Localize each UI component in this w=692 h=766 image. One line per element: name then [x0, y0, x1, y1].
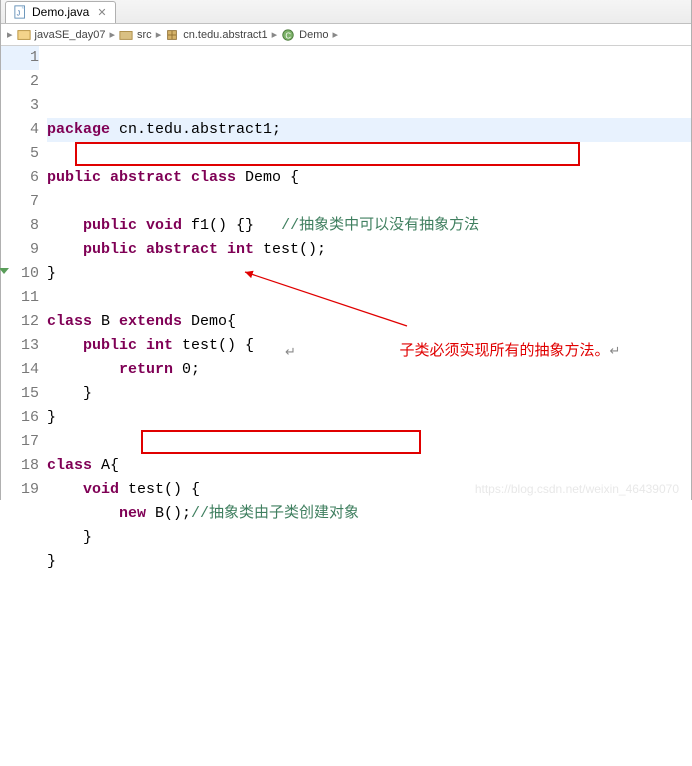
- chevron-right-icon: ▸: [272, 28, 278, 41]
- breadcrumb-project[interactable]: javaSE_day07: [35, 29, 106, 41]
- code-line[interactable]: }: [47, 526, 691, 550]
- code-line[interactable]: [47, 142, 691, 166]
- breadcrumb: ▸ javaSE_day07 ▸ src ▸ cn.tedu.abstract1…: [1, 24, 691, 46]
- return-mark: ↵: [285, 340, 296, 364]
- line-number: 6: [1, 166, 39, 190]
- line-number: 10: [1, 262, 39, 286]
- code-line[interactable]: [47, 190, 691, 214]
- line-number: 12: [1, 310, 39, 334]
- line-number: 14: [1, 358, 39, 382]
- code-line[interactable]: package cn.tedu.abstract1;: [47, 118, 691, 142]
- breadcrumb-package[interactable]: cn.tedu.abstract1: [183, 29, 267, 41]
- code-line[interactable]: public void f1() {} //抽象类中可以没有抽象方法: [47, 214, 691, 238]
- line-number: 8: [1, 214, 39, 238]
- class-icon: C: [281, 28, 295, 42]
- close-icon[interactable]: ✕: [97, 6, 106, 19]
- line-gutter: 12345678910111213141516171819: [1, 46, 47, 500]
- line-number: 1: [1, 46, 39, 70]
- line-number: 2: [1, 70, 39, 94]
- chevron-right-icon: ▸: [7, 28, 13, 41]
- chevron-right-icon: ▸: [156, 28, 162, 41]
- code-line[interactable]: }: [47, 550, 691, 574]
- code-line[interactable]: public abstract int test();: [47, 238, 691, 262]
- line-number: 15: [1, 382, 39, 406]
- line-number: 16: [1, 406, 39, 430]
- editor-area[interactable]: 12345678910111213141516171819 package cn…: [1, 46, 691, 500]
- svg-text:C: C: [286, 31, 292, 40]
- code-line[interactable]: class A{: [47, 454, 691, 478]
- code-content[interactable]: package cn.tedu.abstract1; public abstra…: [47, 46, 691, 500]
- line-number: 4: [1, 118, 39, 142]
- code-line[interactable]: new B();//抽象类由子类创建对象: [47, 502, 691, 526]
- line-number: 18: [1, 454, 39, 478]
- line-number: 7: [1, 190, 39, 214]
- line-number: 5: [1, 142, 39, 166]
- annotation-subclass: 子类必须实现所有的抽象方法。↵: [377, 315, 620, 387]
- file-tab[interactable]: J Demo.java ✕: [5, 1, 116, 23]
- code-line[interactable]: public abstract class Demo {: [47, 166, 691, 190]
- code-line[interactable]: }: [47, 262, 691, 286]
- code-line[interactable]: [47, 430, 691, 454]
- package-icon: [165, 28, 179, 42]
- java-file-icon: J: [14, 5, 28, 19]
- line-number: 17: [1, 430, 39, 454]
- breadcrumb-src[interactable]: src: [137, 29, 152, 41]
- watermark-text: https://blog.csdn.net/weixin_46439070: [475, 482, 679, 496]
- folder-icon: [119, 28, 133, 42]
- line-number: 11: [1, 286, 39, 310]
- tab-label: Demo.java: [32, 5, 89, 19]
- project-icon: [17, 28, 31, 42]
- chevron-right-icon: ▸: [109, 28, 115, 41]
- line-number: 19: [1, 478, 39, 502]
- line-number: 3: [1, 94, 39, 118]
- line-number: 9: [1, 238, 39, 262]
- chevron-right-icon: ▸: [332, 28, 338, 41]
- svg-text:J: J: [17, 11, 21, 18]
- line-number: 13: [1, 334, 39, 358]
- breadcrumb-class[interactable]: Demo: [299, 29, 328, 41]
- tab-bar: J Demo.java ✕: [1, 0, 691, 24]
- code-line[interactable]: }: [47, 406, 691, 430]
- code-line[interactable]: [47, 286, 691, 310]
